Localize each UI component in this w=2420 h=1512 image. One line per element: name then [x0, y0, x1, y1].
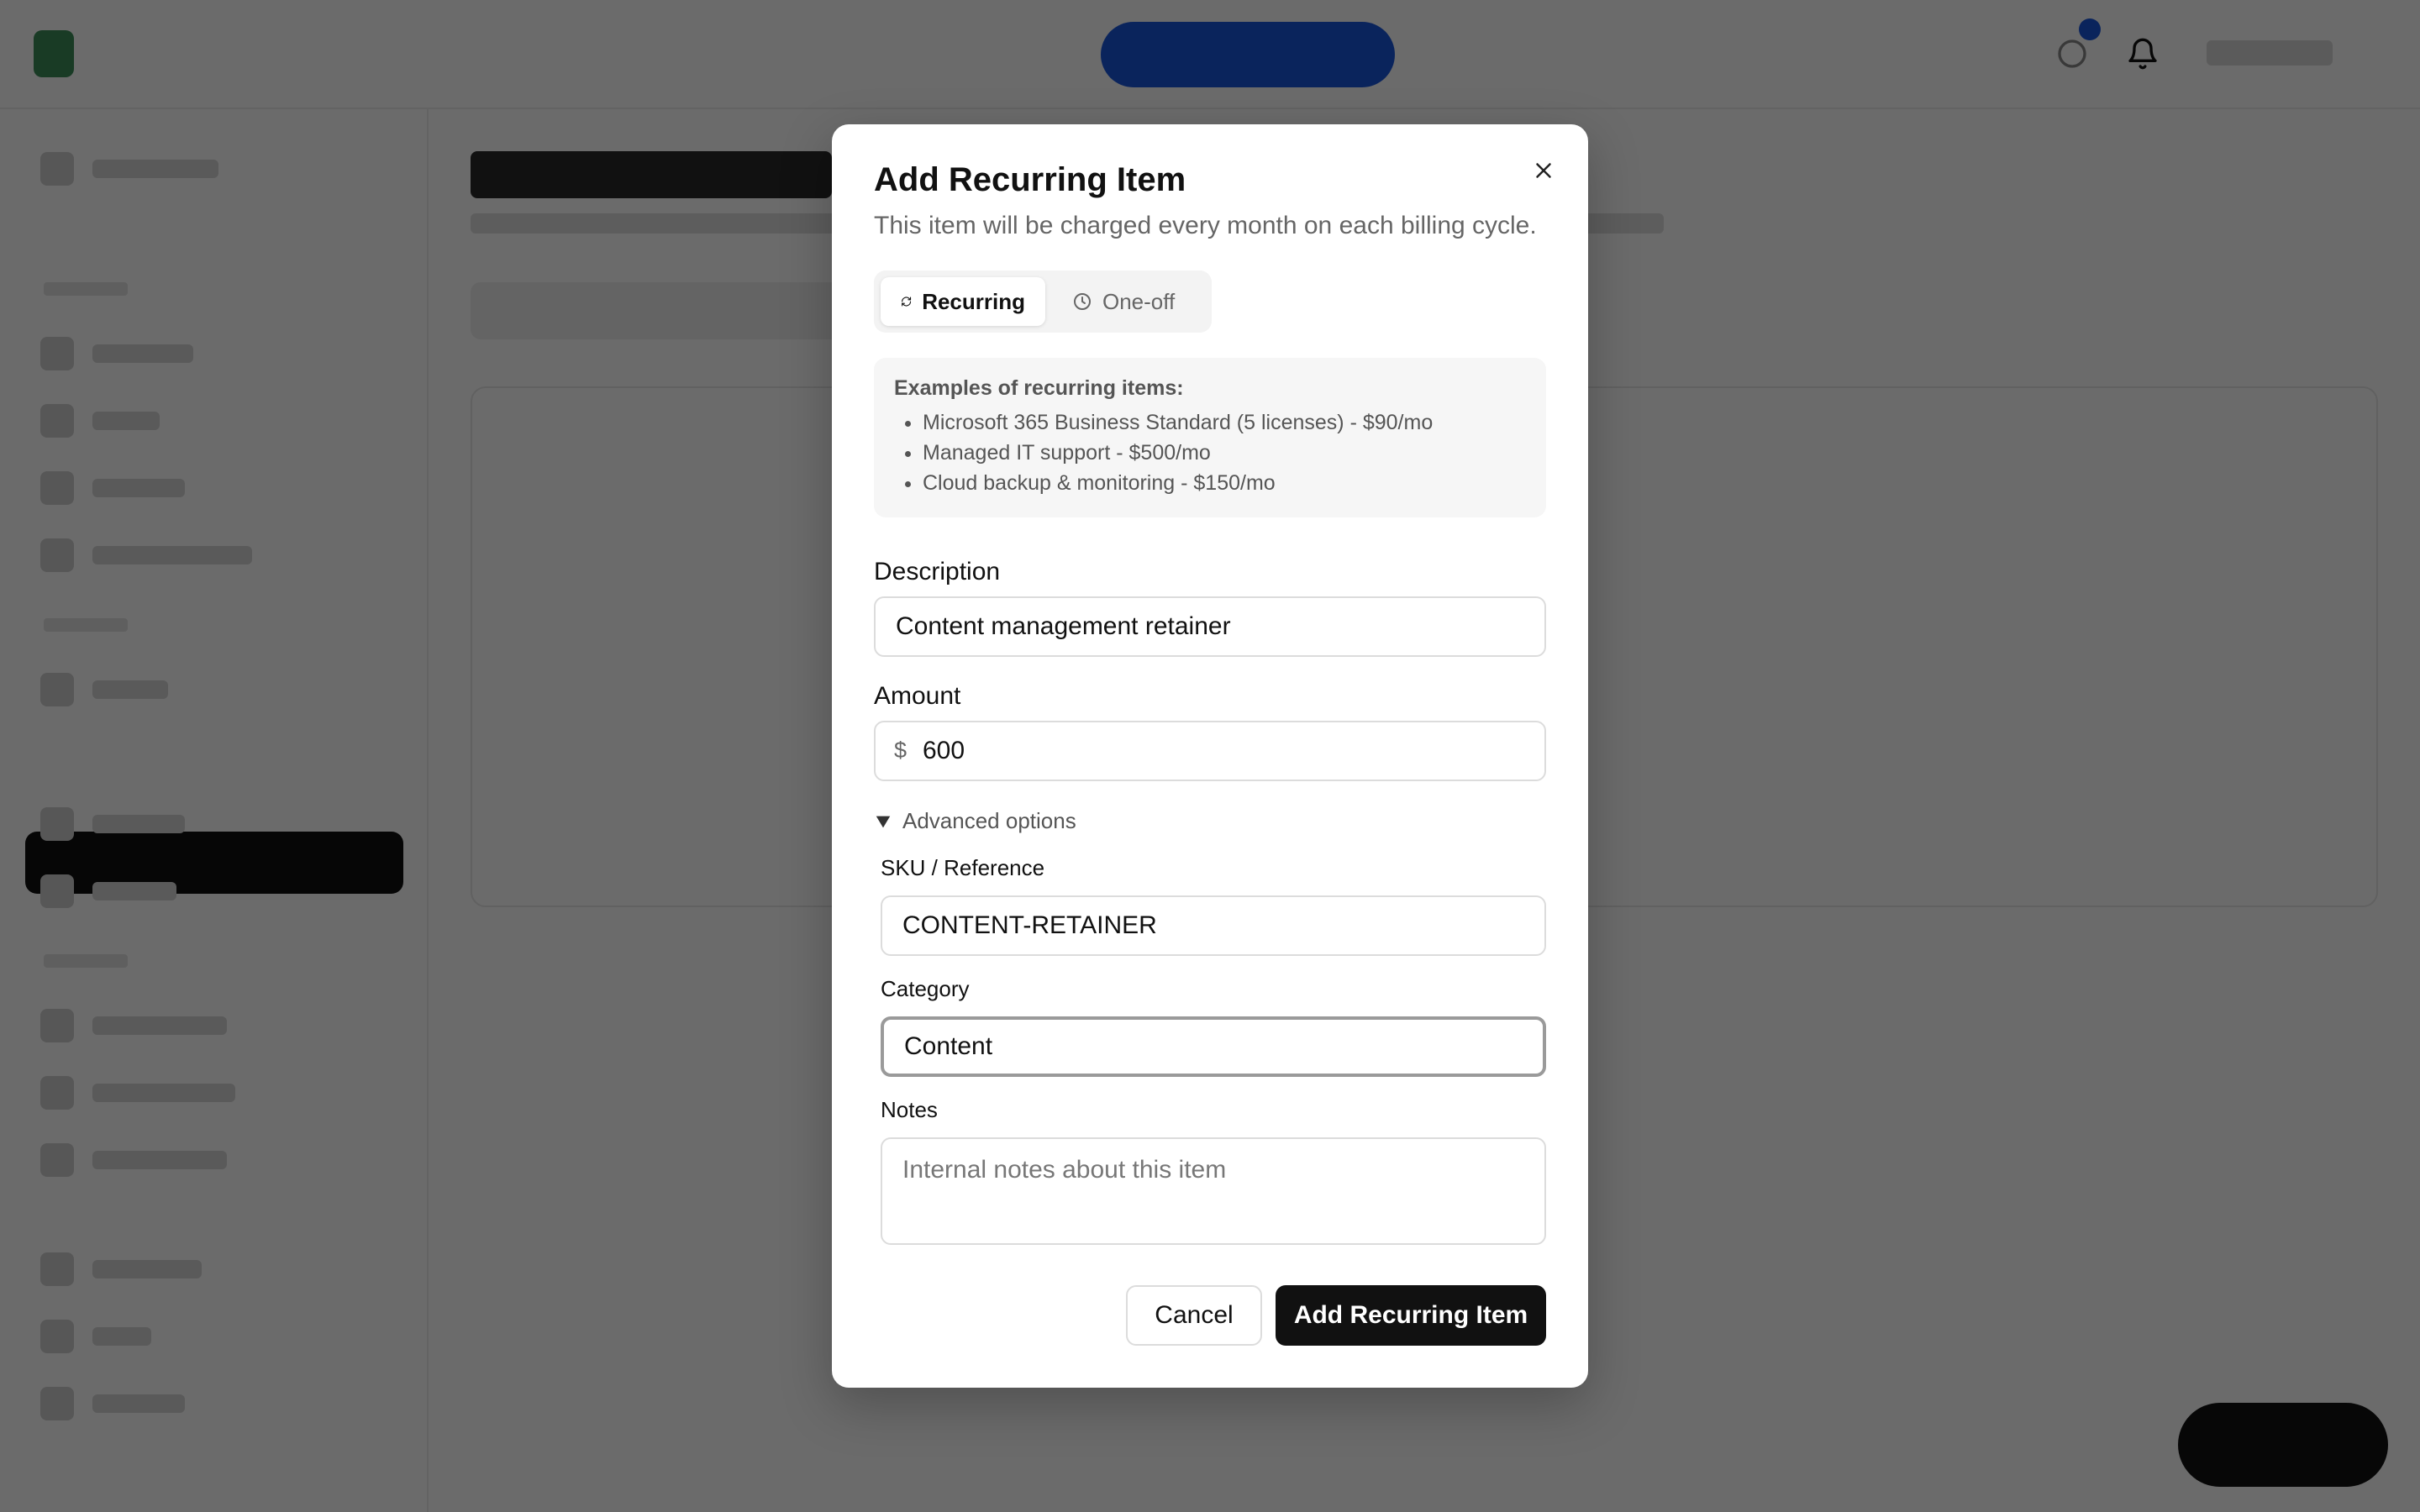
examples-box: Examples of recurring items: Microsoft 3…	[874, 358, 1546, 517]
example-item: Managed IT support - $500/mo	[923, 438, 1526, 468]
currency-symbol: $	[894, 738, 908, 763]
dialog-subtitle: This item will be charged every month on…	[874, 212, 1537, 239]
sku-label: SKU / Reference	[881, 855, 1045, 880]
refresh-icon	[902, 297, 912, 307]
one-off-tab-label: One-off	[1102, 288, 1176, 314]
amount-label: Amount	[874, 682, 961, 710]
recurring-tab-label: Recurring	[922, 288, 1025, 314]
examples-list: Microsoft 365 Business Standard (5 licen…	[894, 407, 1526, 498]
category-label: Category	[881, 976, 970, 1001]
example-item: Microsoft 365 Business Standard (5 licen…	[923, 407, 1526, 438]
advanced-options-toggle[interactable]: Advanced options	[874, 808, 1076, 834]
item-type-toggle: Recurring One-off	[874, 270, 1212, 333]
clock-icon	[1074, 293, 1091, 310]
close-icon[interactable]	[1523, 150, 1565, 192]
cancel-button[interactable]: Cancel	[1126, 1285, 1262, 1346]
examples-title: Examples of recurring items:	[894, 376, 1184, 400]
description-input[interactable]	[874, 596, 1546, 657]
example-item: Cloud backup & monitoring - $150/mo	[923, 468, 1526, 498]
sku-input[interactable]	[881, 895, 1546, 956]
one-off-tab[interactable]: One-off	[1052, 277, 1205, 326]
add-recurring-item-dialog: Add Recurring Item This item will be cha…	[832, 124, 1588, 1388]
dialog-title: Add Recurring Item	[874, 161, 1186, 198]
category-input[interactable]	[881, 1016, 1546, 1077]
triangle-down-icon	[876, 816, 891, 827]
description-label: Description	[874, 558, 1001, 585]
notes-textarea[interactable]	[881, 1137, 1546, 1245]
add-recurring-item-button[interactable]: Add Recurring Item	[1276, 1285, 1546, 1346]
notes-label: Notes	[881, 1097, 938, 1122]
recurring-tab[interactable]: Recurring	[881, 277, 1045, 326]
amount-input[interactable]	[874, 721, 1546, 781]
advanced-options-label: Advanced options	[902, 808, 1076, 833]
